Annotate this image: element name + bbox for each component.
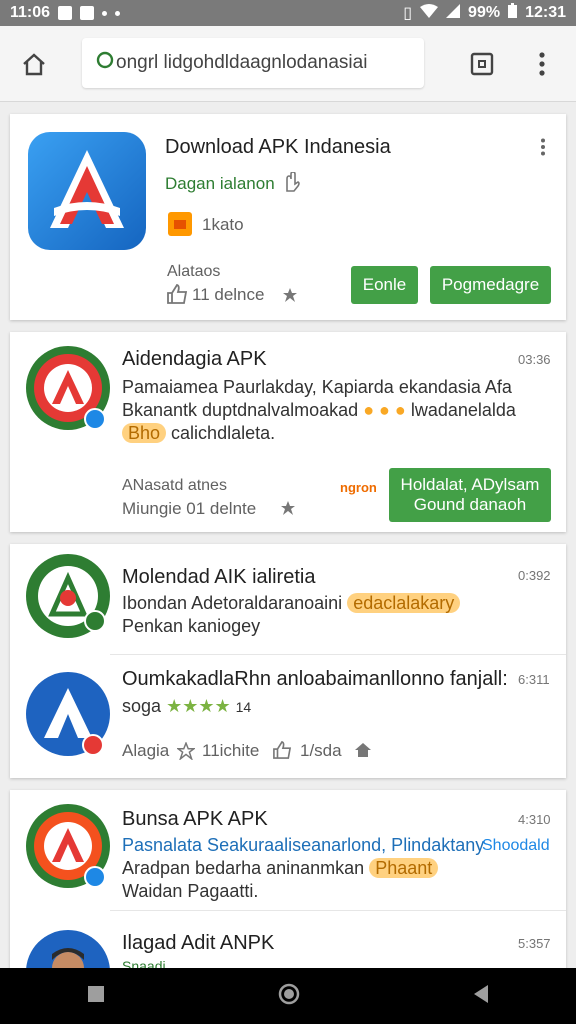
app-list-card[interactable]: Bunsa APK APK 4:310 Pasnalata Seakuraali… [10,790,566,968]
list-divider [110,654,566,655]
app-title[interactable]: OumkakadlaRhn anloabaimanllonno fanjall: [122,668,508,691]
battery-text: 99% [468,4,501,21]
reviews-count: 11 delnce [192,285,265,304]
timestamp: 5:357 [518,936,551,951]
meta-line: 1/sda [300,741,342,760]
timestamp: 6:311 [518,672,550,687]
timestamp: 03:36 [518,352,551,367]
app-title[interactable]: Bunsa APK APK [122,808,268,831]
desc-text: lwadanelalda [410,400,516,420]
app-list-card[interactable]: Molendad AIK ialiretia 0:392 Ibondan Ade… [10,544,566,778]
timestamp: 0:392 [518,568,551,583]
app-description: Bho calichdlaleta. [122,422,275,445]
emoji-icons: ● ● ● [363,400,406,420]
rating-label: Alataos [167,263,221,280]
page-content: Download APK Indanesia Dagan ialanon 1ka… [0,102,576,968]
highlight-tag: Phaant [369,858,439,878]
dot-icon [102,10,108,16]
notification-icon [58,6,73,20]
featured-app-card[interactable]: Download APK Indanesia Dagan ialanon 1ka… [10,114,566,320]
secure-lock-icon [96,51,114,75]
rating-label: soga [122,696,162,716]
back-icon[interactable] [473,984,489,1009]
url-bar[interactable]: ongrl lidgohdldaagnlodanasiai [82,38,424,88]
category-text: 1kato [202,215,244,234]
meta-line: ANasatd atnes [122,477,227,494]
close-badge-icon [82,734,104,756]
thumbs-up-icon [166,283,188,309]
clock-left: 11:06 [10,4,51,21]
open-button[interactable]: Eonle [351,266,418,304]
verified-badge-icon [84,866,106,888]
rating-count: 14 [235,699,252,715]
timestamp: 4:310 [518,812,551,827]
apk-logo-icon[interactable] [28,132,146,250]
app-notification-icon [80,6,95,20]
url-text: ongrl lidgohdldaagnlodanasiai [116,52,368,73]
app-tag: Shoodald [482,837,550,854]
vibrate-icon: ▯ [403,5,413,22]
star-rating: ★★★★ [166,696,231,716]
list-divider [110,910,566,911]
recents-icon[interactable] [87,985,105,1008]
hand-icon [282,171,300,197]
app-title[interactable]: Download APK Indanesia [165,136,391,159]
highlight-tag: edaclalakary [347,593,461,613]
tag-label: ngron [340,480,377,495]
meta-line: 11ichite [202,741,260,760]
status-bar: 11:06 ▯ 99% 12:31 [0,0,576,26]
app-list-card[interactable]: Aidendagia APK 03:36 Pamaiamea Paurlakda… [10,332,566,532]
home-icon[interactable] [6,36,62,92]
thumbs-up-icon [272,740,292,764]
card-overflow-icon[interactable] [540,138,546,161]
app-title[interactable]: Ilagad Adit ANPK [122,932,274,955]
desc-text: calichdlaleta. [171,423,276,443]
desc-text: Bkanantk duptdnalvalmoakad [122,400,359,420]
rating-row: soga ★★★★ 14 [122,695,251,719]
highlight-tag: Bho [122,423,167,443]
home-outline-icon [354,742,372,763]
app-title[interactable]: Aidendagia APK [122,348,267,371]
dot-icon [115,10,121,16]
update-button[interactable]: Pogmedagre [430,266,551,304]
app-description: Aradpan bedarha aninanmkan Phaant [122,857,439,880]
category-icon [168,212,192,236]
app-developer: Snaadi [122,958,166,968]
app-description: Ibondan Adetoraldaranoaini edaclalakary [122,592,461,615]
star-outline-icon [175,741,197,765]
app-description: Waidan Pagaatti. [122,881,259,901]
avatar[interactable] [26,930,110,968]
wifi-icon [420,3,439,23]
button-label: Holdalat, ADylsam [400,475,540,494]
app-title[interactable]: Molendad AIK ialiretia [122,566,315,589]
app-description: Penkan kaniogey [122,616,261,636]
button-label: Gound danaoh [413,495,527,514]
meta-line: Miungie 01 delnte [122,499,257,518]
app-description: Bkanantk duptdnalvalmoakad ● ● ● lwadane… [122,399,516,422]
signal-icon [446,3,461,23]
meta-line: Alagia [122,741,170,760]
plus-badge-icon [84,610,106,632]
star-outline-icon [282,287,298,308]
browser-toolbar: ongrl lidgohdldaagnlodanasiai [0,26,576,102]
desc-text: Aradpan bedarha aninanmkan [122,858,365,878]
system-nav-bar [0,968,576,1024]
star-outline-icon [280,500,296,521]
tabs-icon[interactable] [454,36,510,92]
clock-right: 12:31 [525,4,566,21]
verified-badge-icon [84,408,106,430]
developer-name[interactable]: Dagan ialanon [165,174,275,194]
install-button[interactable]: Holdalat, ADylsam Gound danaoh [389,468,551,522]
app-description: Pamaiamea Paurlakday, Kapiarda ekandasia… [122,377,512,397]
desc-text: Ibondan Adetoraldaranoaini [122,593,343,613]
overflow-menu-icon[interactable] [514,36,570,92]
battery-icon [508,3,518,23]
home-button-icon[interactable] [278,983,300,1010]
app-description: Pasnalata Seakuraaliseanarlond, Plindakt… [122,835,485,855]
